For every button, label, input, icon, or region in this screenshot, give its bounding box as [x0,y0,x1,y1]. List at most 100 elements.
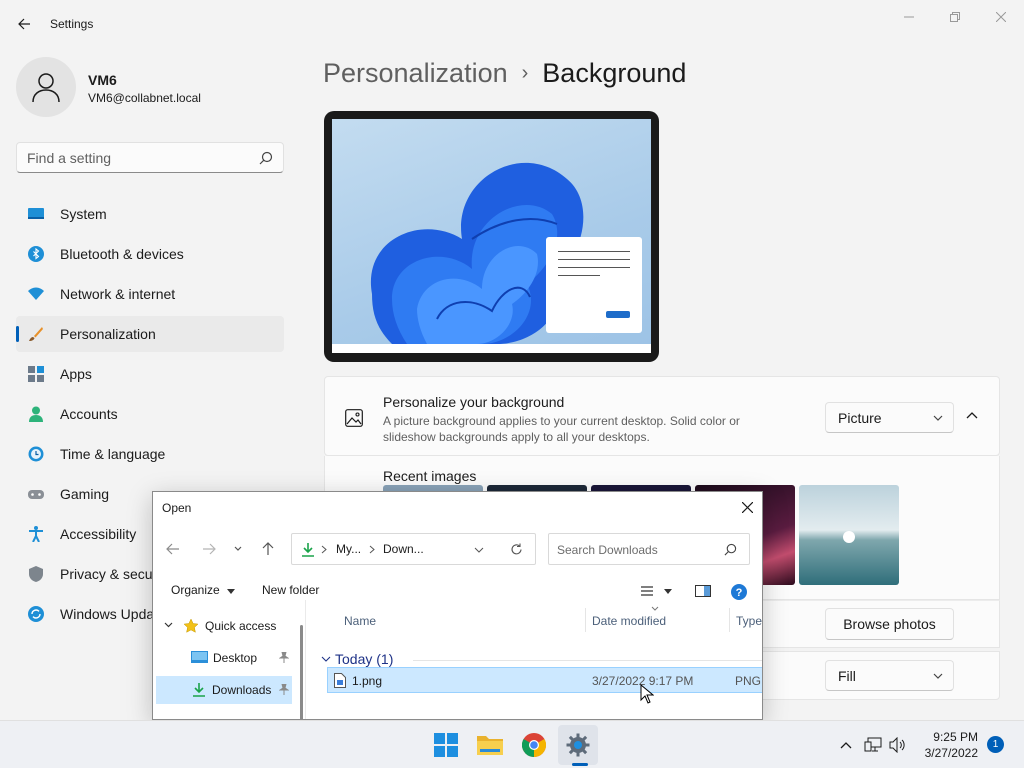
update-icon [28,606,44,622]
group-header-today[interactable]: Today (1) [335,651,393,667]
close-icon [996,12,1006,22]
sidebar-item-bluetooth[interactable]: Bluetooth & devices [16,236,284,272]
sidebar-item-apps[interactable]: Apps [16,356,284,392]
background-type-dropdown[interactable]: Picture [825,402,954,433]
chevron-down-icon [234,546,242,551]
close-button[interactable] [978,6,1024,28]
search-placeholder: Search Downloads [557,543,658,557]
sidebar-item-label: Bluetooth & devices [60,246,184,262]
back-button[interactable] [10,12,38,36]
svg-text:?: ? [736,587,743,599]
user-icon [32,73,60,103]
tree-scrollbar[interactable] [300,625,303,719]
file-type: PNG [735,674,762,688]
column-header-name[interactable]: Name [344,614,376,628]
breadcrumb-separator: › [521,62,529,84]
bluetooth-icon [28,246,44,262]
download-icon [193,683,205,697]
clock-time: 9:25 PM [933,730,978,744]
notification-badge[interactable]: 1 [987,736,1004,753]
desktop-folder-icon [191,651,208,663]
taskbar-clock[interactable]: 9:25 PM 3/27/2022 [918,729,978,761]
personalize-background-card: Personalize your background A picture ba… [324,376,1000,456]
settings-taskbar-button[interactable] [558,725,598,765]
forward-nav-button[interactable] [197,537,221,561]
chevron-down-icon [227,589,236,594]
sort-chevron-icon [651,606,659,611]
restore-button[interactable] [932,6,978,28]
sidebar-item-label: Windows Upda [60,606,155,622]
preview-pane-button[interactable] [695,585,711,600]
chrome-button[interactable] [514,725,554,765]
browse-photos-button[interactable]: Browse photos [825,608,954,640]
volume-tray-button[interactable] [888,735,908,755]
sidebar-item-system[interactable]: System [16,196,284,232]
clock-date: 3/27/2022 [924,746,978,760]
settings-search-input[interactable]: Find a setting [16,142,284,173]
sidebar-item-label: Personalization [60,326,156,342]
chevron-down-icon[interactable] [321,656,331,663]
card-description: A picture background applies to your cur… [383,414,740,444]
folder-icon [477,736,503,755]
file-explorer-button[interactable] [470,725,510,765]
file-name: 1.png [352,674,383,688]
sidebar-item-label: Accessibility [60,526,137,542]
breadcrumb-parent[interactable]: Personalization [323,58,508,88]
pin-icon [279,652,289,663]
recent-images-label: Recent images [383,468,477,484]
mouse-cursor-icon [640,684,654,704]
view-options-button[interactable] [641,585,673,599]
tree-item-downloads[interactable]: Downloads [156,676,292,704]
address-segment[interactable]: My... [336,542,361,556]
sidebar-item-label: Privacy & secur [60,566,158,582]
dialog-search-input[interactable]: Search Downloads [548,533,750,565]
column-header-date-modified[interactable]: Date modified [592,614,666,628]
chevron-down-icon[interactable] [474,547,484,553]
column-header-type[interactable]: Type [736,614,762,628]
column-separator[interactable] [585,608,586,632]
sidebar-item-time-language[interactable]: Time & language [16,436,284,472]
fit-dropdown[interactable]: Fill [825,660,954,691]
chevron-up-icon[interactable] [965,409,979,423]
chevron-down-icon [664,589,673,594]
search-icon [724,543,737,556]
dialog-close-button[interactable] [732,492,762,522]
speaker-icon [889,737,905,753]
column-separator[interactable] [729,608,730,632]
chevron-right-icon [369,545,375,554]
recent-image-5[interactable] [799,485,899,585]
tree-item-desktop[interactable]: Desktop [153,644,301,672]
page-title: Background [542,58,687,88]
new-folder-button[interactable]: New folder [262,583,319,597]
personalize-background-row[interactable]: Personalize your background A picture ba… [325,377,1001,457]
close-icon [741,501,753,513]
minimize-icon [904,16,914,18]
back-nav-button[interactable] [161,537,185,561]
accessibility-icon [29,526,43,542]
start-button[interactable] [426,725,466,765]
up-arrow-icon [262,542,274,555]
address-bar[interactable]: My... Down... [291,533,536,565]
refresh-icon[interactable] [510,543,523,556]
sidebar-item-accounts[interactable]: Accounts [16,396,284,432]
up-folder-button[interactable] [256,537,280,561]
tree-item-quick-access[interactable]: Quick access [153,612,301,640]
pane-divider[interactable] [305,600,313,719]
network-tray-button[interactable] [863,735,883,755]
sidebar-item-label: Accounts [60,406,118,422]
organize-menu[interactable]: Organize [171,583,236,597]
recent-locations-button[interactable] [229,537,247,561]
brush-icon [29,327,43,341]
tree-item-label: Quick access [205,619,277,633]
sidebar-item-network[interactable]: Network & internet [16,276,284,312]
show-hidden-icons-button[interactable] [836,735,856,755]
wifi-icon [28,287,44,300]
file-row-selected[interactable]: 1.png 3/27/2022 9:17 PM PNG [327,667,762,693]
address-segment[interactable]: Down... [383,542,424,556]
clock-icon [28,446,44,462]
search-placeholder: Find a setting [27,150,112,166]
user-name: VM6 [88,72,117,88]
minimize-button[interactable] [886,6,932,28]
sidebar-item-personalization[interactable]: Personalization [16,316,284,352]
chevron-down-icon [933,673,943,679]
